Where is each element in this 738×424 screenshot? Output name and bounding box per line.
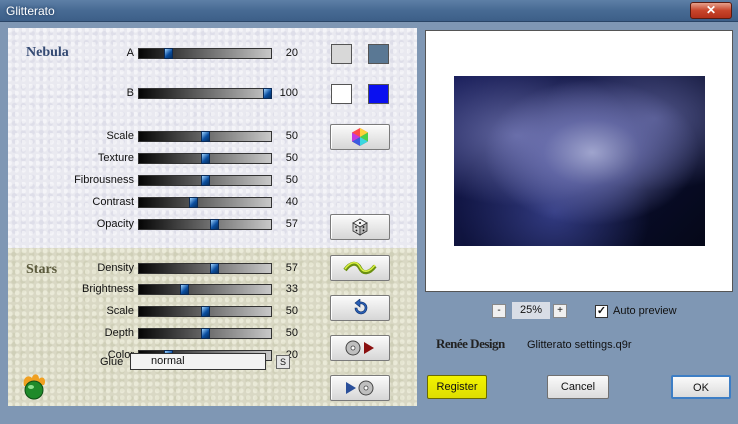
- zoom-level: 25%: [512, 302, 550, 319]
- settings-filename: Glitterato settings.q9r: [527, 339, 632, 351]
- nebula-slider-value: 40: [285, 196, 298, 208]
- stars-slider-value: 50: [285, 327, 298, 339]
- color-wheel-icon: [352, 128, 368, 146]
- nebula-slider-label: B: [126, 87, 134, 99]
- nebula-slider-track[interactable]: [138, 131, 272, 142]
- renee-design-logo: Renée Design: [436, 330, 522, 354]
- wave-icon: [343, 261, 377, 275]
- zoom-in-button[interactable]: +: [553, 304, 567, 318]
- reset-button[interactable]: [330, 295, 390, 321]
- stars-slider-thumb[interactable]: [201, 306, 210, 317]
- save-preset-icon: [346, 380, 374, 396]
- stars-slider-value: 33: [285, 283, 298, 295]
- nebula-slider-label: Texture: [97, 152, 134, 164]
- stars-slider-label: Depth: [104, 327, 134, 339]
- cancel-button[interactable]: Cancel: [547, 375, 609, 399]
- nebula-slider-thumb[interactable]: [210, 219, 219, 230]
- zoom-out-button[interactable]: -: [492, 304, 506, 318]
- auto-preview-label: Auto preview: [613, 305, 677, 317]
- stars-slider-track[interactable]: [138, 328, 272, 339]
- nebula-slider-label: Scale: [106, 130, 134, 142]
- stars-slider-label: Scale: [106, 305, 134, 317]
- nebula-slider-thumb[interactable]: [201, 131, 210, 142]
- nebula-b-color-2-swatch[interactable]: [368, 84, 389, 104]
- wave-button[interactable]: [330, 255, 390, 281]
- save-preset-button[interactable]: [330, 375, 390, 401]
- stars-slider-value: 57: [285, 262, 298, 274]
- stars-slider-thumb[interactable]: [201, 328, 210, 339]
- load-preset-icon: [345, 340, 374, 356]
- auto-preview-checkbox[interactable]: ✓: [595, 305, 608, 318]
- glue-label: Glue: [100, 356, 124, 368]
- program-logo-icon: [23, 374, 46, 400]
- nebula-b-color-1-swatch[interactable]: [331, 84, 352, 104]
- stars-slider-thumb[interactable]: [210, 263, 219, 274]
- nebula-slider-value: 50: [285, 174, 298, 186]
- random-dice-button[interactable]: [330, 214, 390, 240]
- nebula-slider-thumb[interactable]: [263, 88, 272, 99]
- nebula-slider-label: Contrast: [92, 196, 134, 208]
- load-preset-button[interactable]: [330, 335, 390, 361]
- stars-slider-track[interactable]: [138, 263, 272, 274]
- window-title: Glitterato: [6, 4, 55, 18]
- nebula-slider-thumb[interactable]: [201, 175, 210, 186]
- ok-button[interactable]: OK: [671, 375, 731, 399]
- register-button[interactable]: Register: [427, 375, 487, 399]
- nebula-slider-track[interactable]: [138, 153, 272, 164]
- dice-icon: [352, 218, 368, 236]
- stars-slider-value: 50: [285, 305, 298, 317]
- nebula-a-color-2-swatch[interactable]: [368, 44, 389, 64]
- nebula-slider-label: Opacity: [96, 218, 134, 230]
- logo-text: Renée Design: [436, 336, 505, 351]
- nebula-a-color-1-swatch[interactable]: [331, 44, 352, 64]
- nebula-slider-value: 20: [285, 47, 298, 59]
- nebula-slider-value: 50: [285, 152, 298, 164]
- stars-slider-thumb[interactable]: [180, 284, 189, 295]
- glue-s-button[interactable]: S: [276, 355, 290, 369]
- close-button[interactable]: ✕: [690, 2, 732, 19]
- title-bar: Glitterato ✕: [0, 0, 738, 22]
- nebula-slider-value: 57: [285, 218, 298, 230]
- nebula-slider-value: 100: [279, 87, 298, 99]
- nebula-slider-thumb[interactable]: [201, 153, 210, 164]
- nebula-slider-thumb[interactable]: [164, 48, 173, 59]
- color-wheel-button[interactable]: [330, 124, 390, 150]
- nebula-slider-track[interactable]: [138, 88, 272, 99]
- nebula-slider-track[interactable]: [138, 175, 272, 186]
- nebula-slider-label: Fibrousness: [74, 174, 134, 186]
- reset-icon: [354, 299, 368, 315]
- stars-slider-track[interactable]: [138, 306, 272, 317]
- nebula-slider-label: A: [126, 47, 134, 59]
- preview-area: [425, 30, 733, 292]
- stars-slider-label: Density: [97, 262, 134, 274]
- glue-select[interactable]: normal: [130, 353, 266, 370]
- nebula-slider-track[interactable]: [138, 197, 272, 208]
- nebula-slider-track[interactable]: [138, 48, 272, 59]
- nebula-slider-thumb[interactable]: [189, 197, 198, 208]
- stars-slider-track[interactable]: [138, 284, 272, 295]
- nebula-slider-value: 50: [285, 130, 298, 142]
- stars-slider-label: Brightness: [82, 283, 134, 295]
- nebula-slider-track[interactable]: [138, 219, 272, 230]
- nebula-preview-image: [454, 76, 705, 246]
